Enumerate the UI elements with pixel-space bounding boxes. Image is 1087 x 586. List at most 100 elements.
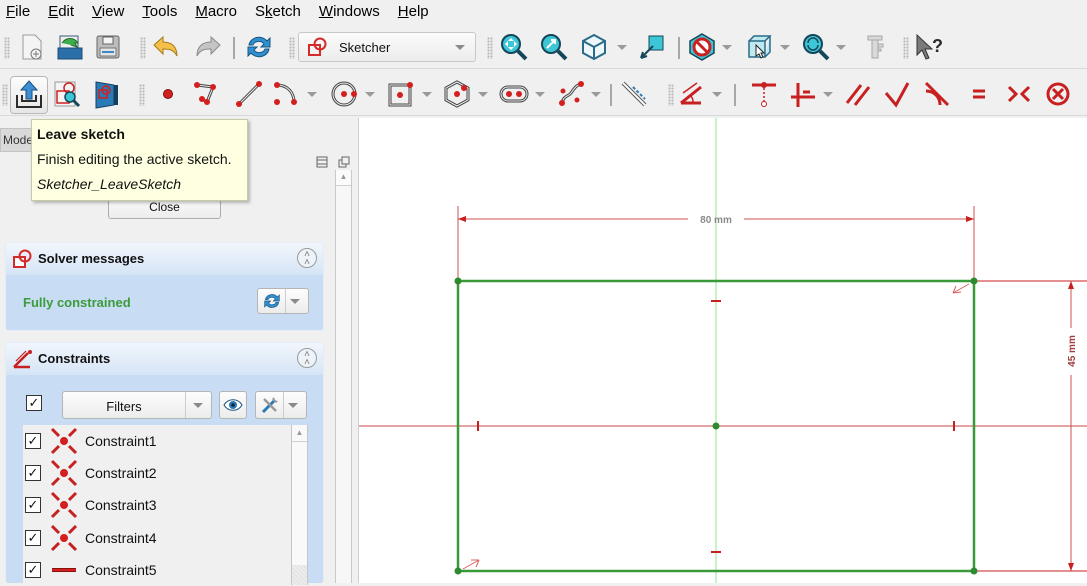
equal-button[interactable] — [963, 78, 995, 110]
collapse-icon[interactable]: ˄ ˄ — [297, 348, 317, 368]
dock-restore-icon[interactable] — [338, 156, 350, 168]
auto-update-button[interactable] — [257, 288, 309, 314]
vertex-point[interactable] — [454, 567, 462, 575]
panel-scrollbar[interactable]: ▲ — [335, 170, 352, 583]
visibility-button[interactable] — [219, 391, 247, 419]
block-button[interactable] — [1042, 78, 1074, 110]
zoom-refresh-button[interactable] — [800, 31, 832, 63]
bspline-button[interactable] — [555, 78, 587, 110]
whats-this-button[interactable]: ? — [913, 31, 945, 63]
slot-dropdown[interactable] — [535, 92, 545, 97]
fit-selection-button[interactable] — [538, 31, 570, 63]
menu-file[interactable]: File — [6, 1, 30, 23]
workbench-selector[interactable]: Sketcher — [298, 32, 476, 62]
toolbar-grip[interactable] — [140, 37, 146, 59]
toolbar-grip[interactable] — [289, 37, 295, 59]
save-button[interactable] — [92, 31, 124, 63]
constraint-checkbox[interactable]: ✓ — [25, 433, 41, 449]
filters-dropdown[interactable]: Filters — [62, 391, 212, 419]
bspline-dropdown[interactable] — [591, 92, 601, 97]
dock-float-icon[interactable] — [316, 156, 328, 168]
toolbar-grip[interactable] — [668, 84, 674, 106]
rectangle-dropdown[interactable] — [422, 92, 432, 97]
draw-style-dropdown[interactable] — [722, 45, 732, 50]
new-document-button[interactable] — [16, 31, 48, 63]
constraint-checkbox[interactable]: ✓ — [25, 497, 41, 513]
select-all-checkbox[interactable]: ✓ — [26, 395, 42, 411]
fit-all-button[interactable] — [498, 31, 530, 63]
scroll-up-arrow[interactable]: ▲ — [292, 425, 307, 442]
vertex-point[interactable] — [454, 277, 462, 285]
refresh-button[interactable] — [243, 31, 275, 63]
sketch-canvas[interactable]: 80 mm 45 mm — [359, 118, 1087, 583]
menu-sketch[interactable]: Sketch — [255, 1, 301, 23]
zoom-refresh-dropdown[interactable] — [836, 45, 846, 50]
view-section-sketch-button[interactable] — [90, 78, 122, 110]
isometric-view-button[interactable] — [578, 31, 610, 63]
toolbar-grip[interactable] — [139, 84, 145, 106]
rectangle-button[interactable] — [385, 78, 417, 110]
polyline-button[interactable] — [191, 78, 223, 110]
sketch-viewport[interactable]: 80 mm 45 mm — [358, 118, 1087, 583]
toolbar-grip[interactable] — [487, 37, 493, 59]
polygon-button[interactable] — [441, 78, 473, 110]
isometric-view-dropdown[interactable] — [617, 45, 627, 50]
polygon-dropdown[interactable] — [478, 92, 488, 97]
view-section-button[interactable] — [636, 31, 668, 63]
constraints-header[interactable]: Constraints ˄ ˄ — [6, 343, 323, 375]
parallel-button[interactable] — [842, 78, 874, 110]
height-dimension-label[interactable]: 45 mm — [1067, 335, 1078, 367]
toolbar-grip[interactable] — [4, 37, 10, 59]
constraint-checkbox[interactable]: ✓ — [25, 465, 41, 481]
horizontal-vertical-dropdown[interactable] — [823, 92, 833, 97]
origin-point[interactable] — [712, 422, 720, 430]
dimension-button[interactable] — [676, 78, 708, 110]
menu-edit[interactable]: Edit — [48, 1, 74, 23]
collapse-icon[interactable]: ˄ ˄ — [297, 248, 317, 268]
constraint-row[interactable]: ✓ Constraint1 — [23, 425, 291, 457]
open-document-button[interactable] — [54, 31, 86, 63]
view-sketch-button[interactable] — [52, 78, 84, 110]
perpendicular-button[interactable] — [881, 78, 913, 110]
chevron-down-icon[interactable] — [288, 403, 298, 408]
constraint-row[interactable]: ✓ Constraint2 — [23, 457, 291, 489]
draw-style-button[interactable] — [686, 31, 718, 63]
menu-view[interactable]: View — [92, 1, 124, 23]
symmetric-button[interactable] — [1003, 78, 1035, 110]
slot-button[interactable] — [498, 78, 530, 110]
bounding-box-dropdown[interactable] — [780, 45, 790, 50]
constraint-checkbox[interactable]: ✓ — [25, 562, 41, 578]
coincident-on-object-button[interactable] — [748, 78, 780, 110]
solver-messages-header[interactable]: Solver messages ˄ ˄ — [6, 243, 323, 275]
arc-button[interactable] — [270, 78, 302, 110]
circle-dropdown[interactable] — [365, 92, 375, 97]
menu-tools[interactable]: Tools — [142, 1, 177, 23]
constraints-scrollbar[interactable]: ▲ — [291, 425, 308, 585]
constraint-row[interactable]: ✓ Constraint3 — [23, 489, 291, 521]
menu-help[interactable]: Help — [398, 1, 429, 23]
vertex-point[interactable] — [970, 567, 978, 575]
arc-dropdown[interactable] — [307, 92, 317, 97]
menu-macro[interactable]: Macro — [195, 1, 237, 23]
line-button[interactable] — [233, 78, 265, 110]
bounding-box-button[interactable] — [743, 31, 775, 63]
chevron-down-icon[interactable] — [290, 299, 300, 304]
width-dimension-label[interactable]: 80 mm — [700, 215, 732, 226]
constraint-row[interactable]: ✓ Constraint4 — [23, 522, 291, 554]
circle-button[interactable] — [328, 78, 360, 110]
undo-button[interactable] — [150, 31, 182, 63]
toolbar-grip[interactable] — [2, 84, 8, 106]
constraint-checkbox[interactable]: ✓ — [25, 530, 41, 546]
vertex-point[interactable] — [970, 277, 978, 285]
dimension-dropdown[interactable] — [712, 92, 722, 97]
toolbar-grip[interactable] — [903, 37, 909, 59]
tab-model[interactable]: Model — [0, 128, 34, 152]
leave-sketch-button[interactable] — [10, 76, 48, 114]
horizontal-vertical-button[interactable] — [786, 78, 818, 110]
redo-button[interactable] — [192, 31, 224, 63]
scroll-up-arrow[interactable]: ▲ — [336, 170, 351, 186]
measure-button[interactable] — [859, 31, 891, 63]
construction-mode-button[interactable] — [618, 78, 650, 110]
point-button[interactable] — [152, 78, 184, 110]
settings-button[interactable] — [255, 391, 307, 419]
